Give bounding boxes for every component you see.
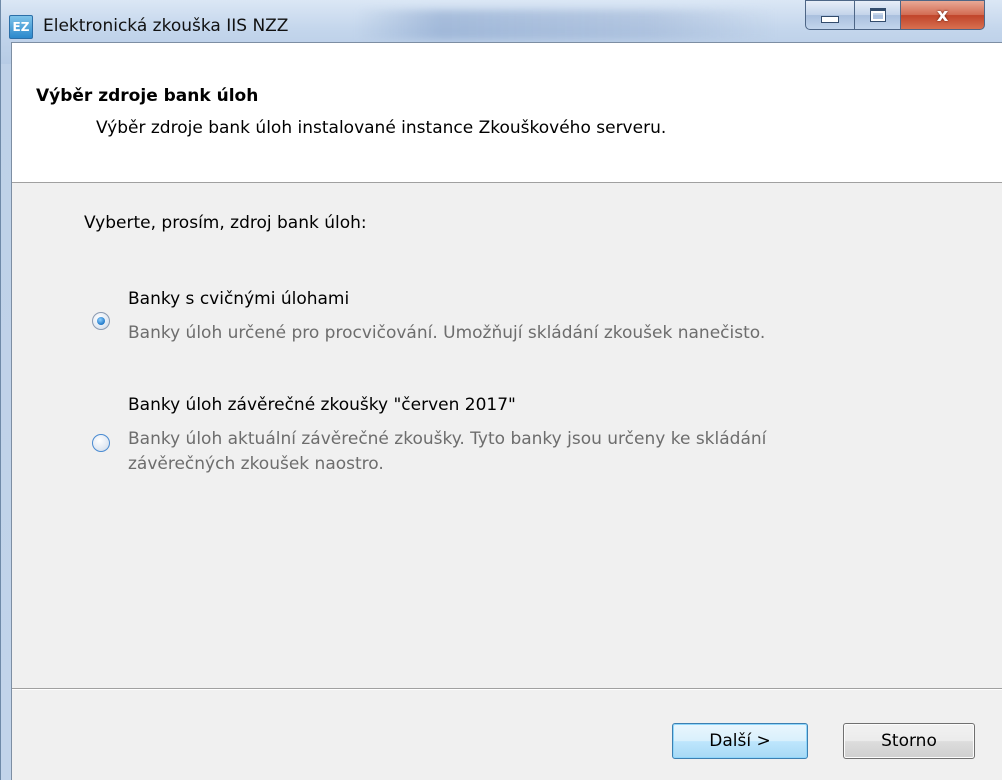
installer-window: EZ Elektronická zkouška IIS NZZ x Výběr … — [0, 0, 1002, 780]
app-icon: EZ — [9, 15, 33, 39]
caption-buttons: x — [805, 0, 985, 34]
option-description-line: závěrečných zkoušek naostro. — [128, 454, 384, 474]
option-description: Banky úloh určené pro procvičování. Umož… — [128, 321, 948, 346]
next-button[interactable]: Další > — [672, 723, 808, 759]
option-label[interactable]: Banky s cvičnými úlohami — [128, 289, 349, 309]
window-title: Elektronická zkouška IIS NZZ — [43, 16, 289, 36]
option-label[interactable]: Banky úloh závěrečné zkoušky "červen 201… — [128, 395, 516, 415]
footer-divider — [12, 688, 1002, 690]
dialog-client-area: Výběr zdroje bank úloh Výběr zdroje bank… — [11, 42, 1002, 780]
title-bar-background-blur — [356, 10, 776, 40]
radio-practice-banks[interactable] — [92, 312, 110, 330]
option-description: Banky úloh aktuální závěrečné zkoušky. T… — [128, 427, 948, 477]
page-title: Výběr zdroje bank úloh — [36, 86, 259, 106]
maximize-icon — [869, 8, 886, 22]
wizard-header: Výběr zdroje bank úloh Výběr zdroje bank… — [12, 43, 1002, 183]
radio-final-exam-banks[interactable] — [92, 434, 110, 452]
close-icon: x — [936, 4, 949, 26]
minimize-button[interactable] — [805, 0, 855, 30]
selection-prompt: Vyberte, prosím, zdroj bank úloh: — [84, 213, 367, 233]
option-description-line: Banky úloh aktuální závěrečné zkoušky. T… — [128, 429, 767, 449]
page-subtitle: Výběr zdroje bank úloh instalované insta… — [96, 118, 667, 138]
close-button[interactable]: x — [901, 0, 985, 30]
maximize-button[interactable] — [855, 0, 901, 30]
option-description-line: Banky úloh určené pro procvičování. Umož… — [128, 323, 766, 343]
minimize-icon — [821, 16, 839, 23]
cancel-button[interactable]: Storno — [843, 723, 975, 759]
